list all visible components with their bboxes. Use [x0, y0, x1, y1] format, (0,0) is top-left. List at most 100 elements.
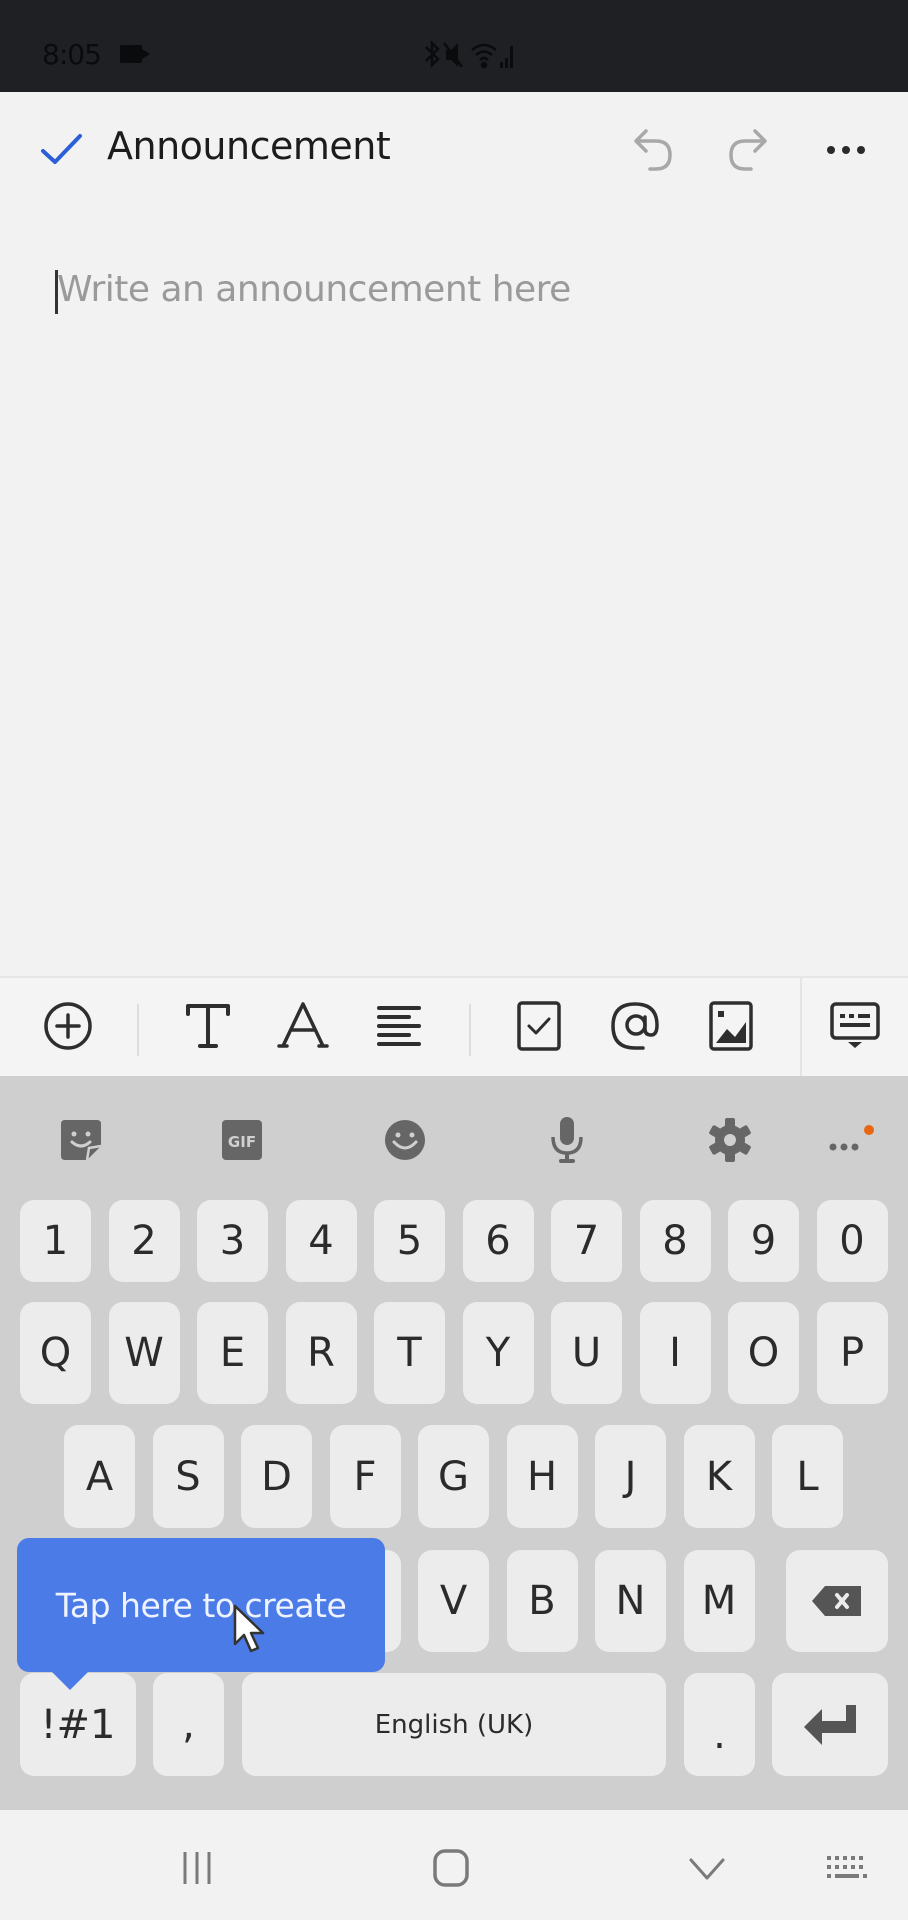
backspace-key[interactable] [786, 1550, 888, 1652]
key-label: 9 [750, 1218, 777, 1264]
gif-icon: GIF [222, 1120, 262, 1160]
key-label: L [796, 1453, 819, 1500]
key-label: Y [485, 1330, 511, 1376]
key-h[interactable]: H [506, 1425, 578, 1528]
key-label: 3 [219, 1218, 246, 1264]
key-i[interactable]: I [639, 1302, 711, 1404]
gif-button[interactable]: GIF [212, 1110, 272, 1170]
key-2[interactable]: 2 [108, 1200, 180, 1282]
key-m[interactable]: M [683, 1550, 755, 1652]
key-0[interactable]: 0 [816, 1200, 888, 1282]
key-6[interactable]: 6 [462, 1200, 534, 1282]
key-5[interactable]: 5 [374, 1200, 445, 1282]
sticker-button[interactable] [51, 1110, 111, 1170]
key-j[interactable]: J [595, 1425, 666, 1528]
insert-button[interactable] [36, 994, 100, 1058]
key-label: Q [39, 1330, 72, 1376]
checklist-button[interactable] [507, 994, 571, 1058]
key-k[interactable]: K [683, 1425, 755, 1528]
home-icon [433, 1849, 469, 1887]
key-e[interactable]: E [197, 1302, 268, 1404]
undo-button[interactable] [623, 120, 683, 180]
mention-button[interactable] [603, 994, 667, 1058]
enter-key[interactable] [772, 1673, 888, 1776]
align-button[interactable] [367, 994, 431, 1058]
key-label: P [839, 1330, 865, 1376]
emoji-icon [385, 1120, 425, 1160]
key-label: F [353, 1453, 377, 1500]
done-button[interactable] [40, 128, 84, 172]
font-button[interactable] [271, 994, 335, 1058]
image-button[interactable] [699, 994, 763, 1058]
key-label: V [439, 1578, 468, 1624]
period-key[interactable]: . [684, 1673, 755, 1776]
key-l[interactable]: L [772, 1425, 843, 1528]
svg-text:GIF: GIF [228, 1133, 256, 1151]
key-label: K [705, 1453, 733, 1500]
redo-button[interactable] [718, 120, 778, 180]
key-g[interactable]: G [418, 1425, 489, 1528]
space-key[interactable]: English (UK) [242, 1673, 666, 1776]
key-label: B [528, 1578, 556, 1624]
key-u[interactable]: U [551, 1302, 622, 1404]
tooltip-arrow [50, 1670, 90, 1690]
key-label: G [438, 1453, 469, 1500]
key-8[interactable]: 8 [639, 1200, 711, 1282]
key-b[interactable]: B [506, 1550, 578, 1652]
toolbar-divider [800, 978, 802, 1076]
add-circle-icon [44, 1002, 92, 1050]
home-button[interactable] [419, 1836, 483, 1900]
key-3[interactable]: 3 [197, 1200, 268, 1282]
key-q[interactable]: Q [20, 1302, 91, 1404]
recents-button[interactable] [165, 1836, 229, 1900]
keyboard-more-button[interactable] [817, 1110, 877, 1170]
key-9[interactable]: 9 [728, 1200, 799, 1282]
key-d[interactable]: D [241, 1425, 312, 1528]
key-w[interactable]: W [108, 1302, 180, 1404]
undo-icon [634, 129, 672, 171]
key-a[interactable]: A [64, 1425, 135, 1528]
key-r[interactable]: R [285, 1302, 357, 1404]
voice-input-button[interactable] [537, 1110, 597, 1170]
back-button[interactable] [675, 1836, 739, 1900]
key-f[interactable]: F [329, 1425, 401, 1528]
notification-badge [864, 1125, 874, 1135]
key-1[interactable]: 1 [20, 1200, 91, 1282]
status-time: 8:05 [42, 38, 102, 71]
key-v[interactable]: V [418, 1550, 489, 1652]
key-label: 8 [662, 1218, 688, 1264]
key-y[interactable]: Y [462, 1302, 534, 1404]
checkbox-icon [517, 1001, 561, 1051]
recents-icon [183, 1852, 211, 1884]
key-label: 1 [42, 1218, 69, 1264]
key-label: A [85, 1453, 114, 1500]
key-label: 5 [396, 1218, 423, 1264]
emoji-button[interactable] [375, 1110, 435, 1170]
key-t[interactable]: T [374, 1302, 445, 1404]
keyboard-switch-button[interactable] [815, 1836, 879, 1900]
key-7[interactable]: 7 [551, 1200, 622, 1282]
key-s[interactable]: S [152, 1425, 224, 1528]
keyboard-settings-button[interactable] [700, 1110, 760, 1170]
mute-icon [443, 42, 463, 68]
more-icon [829, 1125, 874, 1151]
comma-key-label: , [182, 1701, 195, 1748]
key-label: U [571, 1330, 602, 1376]
text-style-button[interactable] [176, 994, 240, 1058]
status-bar: 8:05 [0, 0, 908, 92]
key-label: 0 [839, 1218, 865, 1264]
toolbar-divider [469, 1004, 471, 1056]
announcement-editor[interactable]: Write an announcement here [0, 202, 908, 976]
key-label: E [219, 1330, 246, 1376]
key-4[interactable]: 4 [285, 1200, 357, 1282]
key-o[interactable]: O [728, 1302, 799, 1404]
create-tooltip[interactable]: Tap here to create [17, 1538, 385, 1672]
align-left-icon [377, 1006, 421, 1046]
gear-icon [709, 1118, 751, 1162]
key-p[interactable]: P [816, 1302, 888, 1404]
comma-key[interactable]: , [153, 1673, 224, 1776]
key-n[interactable]: N [595, 1550, 666, 1652]
keyboard-toggle-button[interactable] [823, 994, 887, 1058]
more-button[interactable] [816, 120, 876, 180]
text-style-icon [186, 1004, 230, 1048]
